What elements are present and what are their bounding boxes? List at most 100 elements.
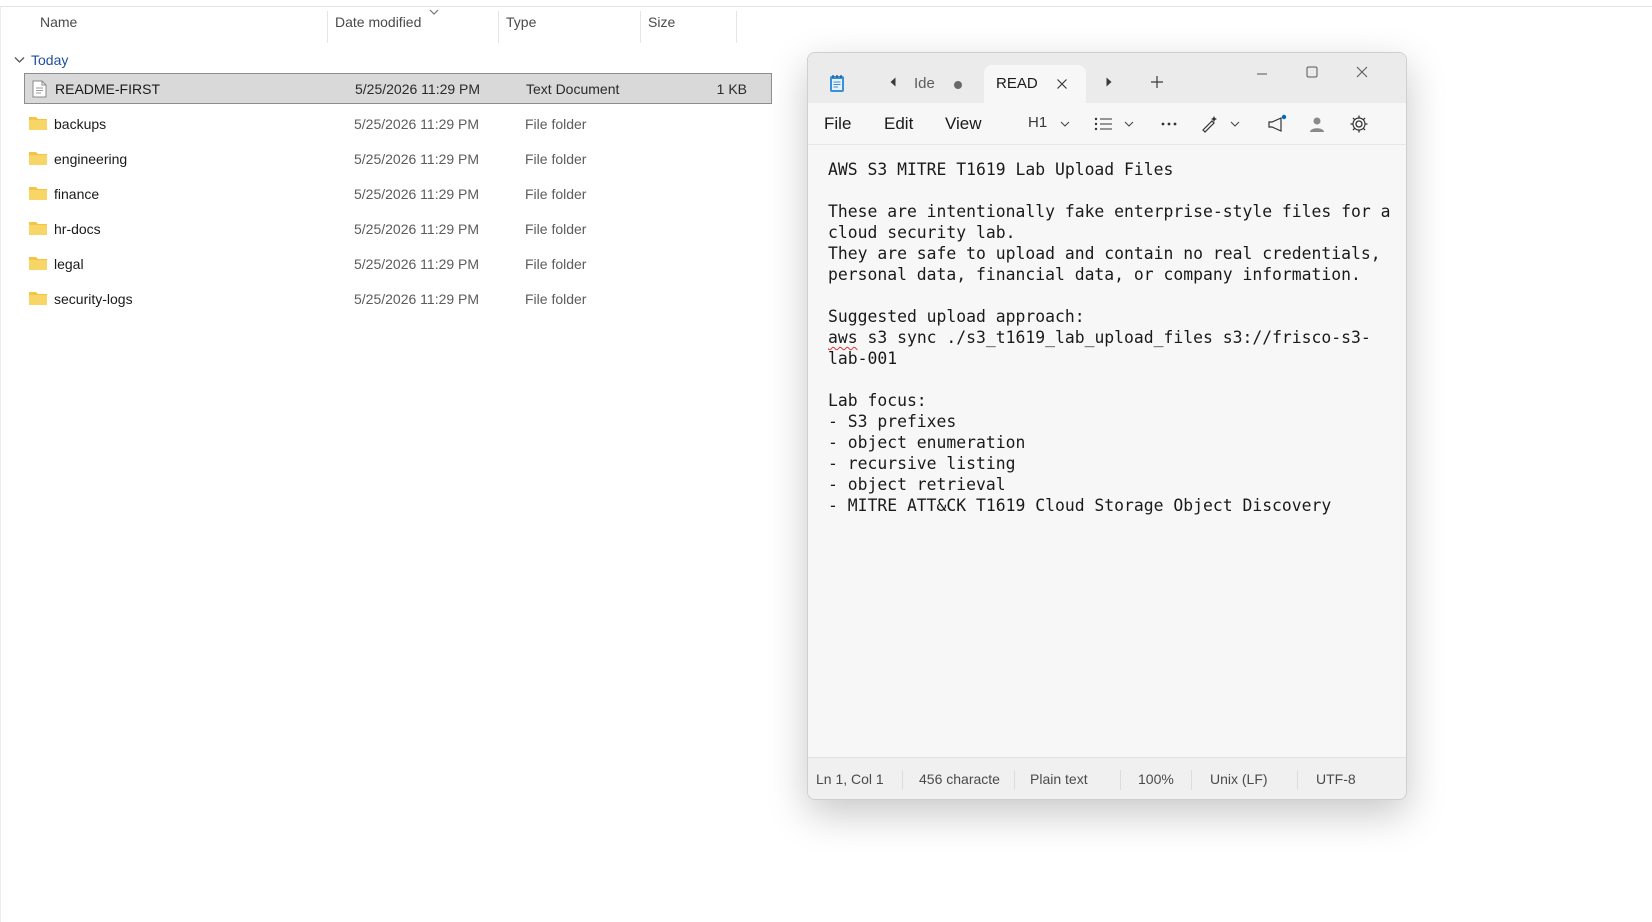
scroll-tabs-right-icon[interactable] (1102, 75, 1116, 89)
chevron-down-icon[interactable] (1230, 120, 1240, 128)
status-divider (1014, 770, 1015, 790)
tab-inactive-label[interactable]: Ide (914, 75, 935, 92)
status-cursor-position[interactable]: Ln 1, Col 1 (816, 771, 884, 787)
copilot-pen-icon[interactable] (1200, 114, 1220, 134)
tab-active[interactable]: READ (984, 65, 1086, 103)
close-window-icon[interactable] (1355, 65, 1369, 79)
chevron-down-icon[interactable] (1060, 120, 1070, 128)
file-size: 1 KB (716, 80, 747, 97)
close-tab-icon[interactable] (1056, 78, 1068, 90)
text-line: personal data, financial data, or compan… (828, 265, 1361, 284)
pane-left-divider (0, 6, 1, 922)
file-name: backups (54, 115, 107, 132)
menu-view[interactable]: View (945, 114, 982, 134)
file-name: README-FIRST (55, 80, 160, 97)
text-line: Suggested upload approach: (828, 307, 1085, 326)
spelling-error-underline[interactable]: aws (828, 328, 858, 347)
scroll-tabs-left-icon[interactable] (886, 75, 900, 89)
file-type: File folder (525, 150, 587, 167)
account-avatar-icon[interactable] (1308, 114, 1326, 134)
text-line: cloud security lab. (828, 223, 1016, 242)
unsaved-indicator (954, 81, 962, 89)
text-line: - recursive listing (828, 454, 1016, 473)
status-line-ending[interactable]: Unix (LF) (1210, 771, 1268, 787)
folder-row-finance[interactable]: finance 5/25/2026 11:29 PM File folder (24, 178, 772, 209)
status-divider (1191, 770, 1192, 790)
settings-gear-icon[interactable] (1349, 114, 1369, 134)
text-line: These are intentionally fake enterprise-… (828, 202, 1391, 221)
file-date-modified: 5/25/2026 11:29 PM (354, 290, 480, 307)
more-options-icon[interactable] (1160, 121, 1178, 127)
group-header-today[interactable]: Today (14, 49, 68, 71)
chevron-down-icon[interactable] (1124, 120, 1134, 128)
file-type: File folder (525, 290, 587, 307)
announcement-megaphone-icon[interactable] (1266, 114, 1288, 134)
status-divider (1297, 770, 1298, 790)
menu-edit[interactable]: Edit (884, 114, 913, 134)
text-line: AWS S3 MITRE T1619 Lab Upload Files (828, 160, 1174, 179)
file-type: Text Document (526, 80, 620, 97)
notepad-tab-bar: Ide READ (808, 53, 1406, 103)
notepad-window: Ide READ File Edit View H1 AWS S3 MITRE … (807, 52, 1407, 800)
status-divider (902, 770, 903, 790)
text-document-icon (32, 80, 47, 98)
text-line: They are safe to upload and contain no r… (828, 244, 1381, 263)
file-date-modified: 5/25/2026 11:29 PM (354, 220, 480, 237)
folder-row-engineering[interactable]: engineering 5/25/2026 11:29 PM File fold… (24, 143, 772, 174)
file-name: engineering (54, 150, 128, 167)
new-tab-icon[interactable] (1150, 75, 1164, 89)
text-line: - S3 prefixes (828, 412, 957, 431)
minimize-icon[interactable] (1255, 67, 1269, 81)
maximize-icon[interactable] (1305, 65, 1319, 79)
column-header-type[interactable]: Type (498, 7, 640, 39)
folder-row-security-logs[interactable]: security-logs 5/25/2026 11:29 PM File fo… (24, 283, 772, 314)
tab-active-label: READ (996, 75, 1038, 92)
folder-icon (29, 292, 47, 305)
status-format[interactable]: Plain text (1030, 771, 1088, 787)
folder-icon (29, 257, 47, 270)
column-header-size[interactable]: Size (640, 7, 736, 39)
status-divider (1120, 770, 1121, 790)
column-header-date-modified[interactable]: Date modified (327, 7, 498, 39)
file-date-modified: 5/25/2026 11:29 PM (355, 80, 481, 97)
folder-icon (29, 117, 47, 130)
text-line: - object retrieval (828, 475, 1006, 494)
file-type: File folder (525, 220, 587, 237)
column-divider[interactable] (736, 11, 737, 43)
file-date-modified: 5/25/2026 11:29 PM (354, 255, 480, 272)
bulleted-list-icon[interactable] (1094, 117, 1114, 131)
group-label: Today (31, 52, 69, 68)
file-row-readme-first[interactable]: README-FIRST 5/25/2026 11:29 PM Text Doc… (24, 73, 772, 104)
file-name: hr-docs (54, 220, 101, 237)
status-character-count: 456 characte (919, 771, 1000, 787)
file-type: File folder (525, 115, 587, 132)
file-date-modified: 5/25/2026 11:29 PM (354, 115, 480, 132)
file-name: security-logs (54, 290, 133, 307)
menu-file[interactable]: File (824, 114, 851, 134)
notepad-text-editor[interactable]: AWS S3 MITRE T1619 Lab Upload Files Thes… (808, 145, 1406, 757)
notepad-menu-bar: File Edit View H1 (808, 103, 1406, 145)
folder-icon (29, 152, 47, 165)
file-name: finance (54, 185, 100, 202)
notepad-app-icon (830, 75, 844, 92)
folder-icon (29, 187, 47, 200)
text-line: Lab focus: (828, 391, 927, 410)
notepad-status-bar: Ln 1, Col 1 456 characte Plain text 100%… (808, 757, 1406, 799)
text-line: - MITRE ATT&CK T1619 Cloud Storage Objec… (828, 496, 1332, 515)
file-date-modified: 5/25/2026 11:29 PM (354, 150, 480, 167)
folder-row-backups[interactable]: backups 5/25/2026 11:29 PM File folder (24, 108, 772, 139)
chevron-down-icon[interactable] (14, 56, 25, 64)
folder-row-hr-docs[interactable]: hr-docs 5/25/2026 11:29 PM File folder (24, 213, 772, 244)
column-header-name[interactable]: Name (32, 7, 328, 39)
text-line: lab-001 (828, 349, 898, 368)
heading-format-dropdown[interactable]: H1 (1028, 114, 1047, 131)
file-type: File folder (525, 185, 587, 202)
status-zoom[interactable]: 100% (1138, 771, 1174, 787)
folder-row-legal[interactable]: legal 5/25/2026 11:29 PM File folder (24, 248, 772, 279)
file-name: legal (54, 255, 84, 272)
status-encoding[interactable]: UTF-8 (1316, 771, 1356, 787)
file-date-modified: 5/25/2026 11:29 PM (354, 185, 480, 202)
sort-descending-icon (429, 9, 439, 15)
file-type: File folder (525, 255, 587, 272)
column-header-bar: Name Date modified Type Size (0, 7, 740, 43)
